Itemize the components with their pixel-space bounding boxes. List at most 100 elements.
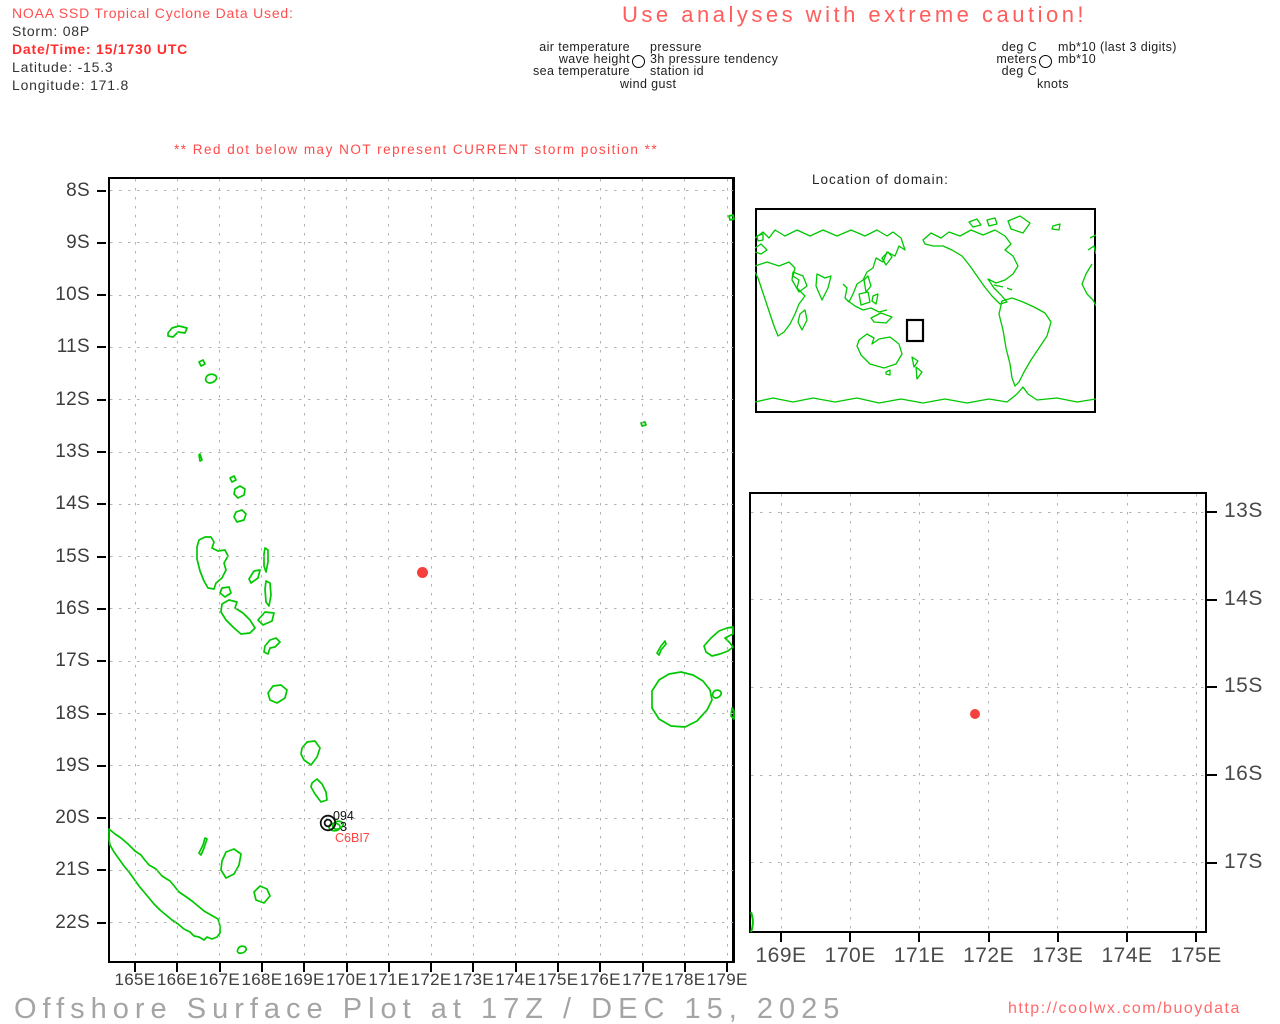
y-tick-label: 16S <box>1224 762 1263 786</box>
gridline-horizontal <box>110 922 733 924</box>
y-tick-label: 11S <box>56 336 90 358</box>
y-tick-mark <box>97 346 106 349</box>
station-circle-icon <box>632 55 645 68</box>
y-tick-label: 13S <box>1224 499 1263 522</box>
y-tick-label: 14S <box>1224 586 1263 610</box>
x-tick-label: 172E <box>963 944 1015 967</box>
storm-position-dot-zoom <box>969 708 980 719</box>
x-tick-mark <box>1126 933 1128 942</box>
gridline-vertical <box>918 494 920 931</box>
y-tick-label: 17S <box>55 650 90 672</box>
legend-sea-temperature: sea temperature <box>532 64 630 78</box>
y-tick-label: 22S <box>55 911 90 933</box>
gridline-horizontal <box>751 599 1205 601</box>
x-tick-mark <box>1195 933 1198 942</box>
legend-wind-gust: wind gust <box>620 77 677 91</box>
y-tick-label: 20S <box>55 807 90 829</box>
gridline-vertical <box>134 179 136 961</box>
gridline-horizontal <box>110 556 733 558</box>
gridline-vertical <box>176 179 178 961</box>
y-tick-label: 12S <box>55 388 90 410</box>
y-tick-mark <box>97 451 106 453</box>
y-tick-label: 10S <box>55 284 90 306</box>
gridline-horizontal <box>110 817 733 819</box>
gridline-vertical <box>726 179 728 961</box>
y-tick-label: 9S <box>66 231 90 253</box>
gridline-vertical <box>988 494 990 931</box>
y-tick-label: 19S <box>55 754 90 776</box>
gridline-vertical <box>219 179 221 961</box>
gridline-horizontal <box>751 511 1205 513</box>
y-tick-label: 15S <box>55 545 90 567</box>
noaa-data-line: NOAA SSD Tropical Cyclone Data Used: <box>12 5 294 21</box>
gridline-vertical <box>430 179 432 961</box>
x-tick-mark <box>987 933 990 942</box>
y-tick-mark <box>97 660 106 663</box>
gridline-vertical <box>261 179 263 961</box>
datetime-line: Date/Time: 15/1730 UTC <box>12 41 189 57</box>
gridline-horizontal <box>110 346 733 348</box>
gridline-horizontal <box>110 451 733 453</box>
y-tick-mark <box>1207 598 1217 601</box>
x-tick-mark <box>849 933 852 942</box>
offshore-surface-plot-page: NOAA SSD Tropical Cyclone Data Used: Sto… <box>0 0 1280 1024</box>
domain-rectangle <box>905 318 925 343</box>
x-tick-label: 175E <box>1170 944 1222 967</box>
y-tick-mark <box>97 607 106 610</box>
longitude-line: Longitude: 171.8 <box>12 77 130 93</box>
inset-title: Location of domain: <box>812 172 949 187</box>
y-tick-label: 21S <box>55 859 90 881</box>
x-tick-mark <box>918 933 921 942</box>
gridline-horizontal <box>110 660 733 662</box>
gridline-vertical <box>780 494 782 931</box>
y-tick-mark <box>97 555 106 558</box>
y-tick-mark <box>1207 686 1217 689</box>
gridline-horizontal <box>110 765 733 767</box>
gridline-vertical <box>515 179 517 961</box>
y-tick-mark <box>97 398 106 401</box>
y-tick-mark <box>1207 511 1217 513</box>
gridline-vertical <box>1126 494 1128 931</box>
world-inset-map <box>755 208 1096 413</box>
x-tick-label: 179E <box>706 970 748 989</box>
y-tick-mark <box>97 921 106 924</box>
x-tick-label: 174E <box>1101 944 1153 967</box>
gridline-horizontal <box>110 190 733 191</box>
gridline-horizontal <box>110 294 733 296</box>
gridline-horizontal <box>751 774 1205 776</box>
source-url: http://coolwx.com/buoydata <box>1008 1000 1241 1017</box>
station-id-value: C6BI7 <box>335 831 370 845</box>
y-tick-mark <box>97 817 106 820</box>
y-tick-label: 18S <box>55 702 90 724</box>
gridline-vertical <box>472 179 474 961</box>
legend-mb10: mb*10 <box>1058 52 1097 66</box>
x-tick-mark <box>780 933 782 942</box>
station-circle-icon <box>1039 55 1052 68</box>
gridline-horizontal <box>751 686 1205 688</box>
world-coastlines-svg <box>755 215 1096 404</box>
y-tick-label: 8S <box>66 179 90 201</box>
gridline-horizontal <box>110 608 733 610</box>
gridline-horizontal <box>751 862 1205 864</box>
gridline-vertical <box>1195 494 1197 931</box>
legend-station-id: station id <box>650 64 705 78</box>
gridline-horizontal <box>110 713 733 714</box>
storm-position-dot-main <box>417 566 429 578</box>
gridline-vertical <box>642 179 644 961</box>
gridline-vertical <box>303 179 305 961</box>
gridline-vertical <box>849 494 851 931</box>
x-tick-label: 171E <box>893 944 945 967</box>
y-tick-mark <box>97 241 106 244</box>
plot-title: Offshore Surface Plot at 17Z / DEC 15, 2… <box>14 993 846 1024</box>
y-tick-label: 13S <box>55 441 90 462</box>
x-tick-label: 170E <box>824 944 876 967</box>
y-tick-mark <box>97 294 106 297</box>
y-tick-mark <box>97 503 106 506</box>
storm-line: Storm: 08P <box>12 23 91 39</box>
y-tick-label: 17S <box>1224 849 1263 873</box>
y-tick-mark <box>97 764 106 767</box>
gridline-horizontal <box>110 242 733 244</box>
gridline-vertical <box>557 179 559 961</box>
x-tick-label: 173E <box>1032 944 1084 967</box>
caution-title: Use analyses with extreme caution! <box>622 2 1088 27</box>
